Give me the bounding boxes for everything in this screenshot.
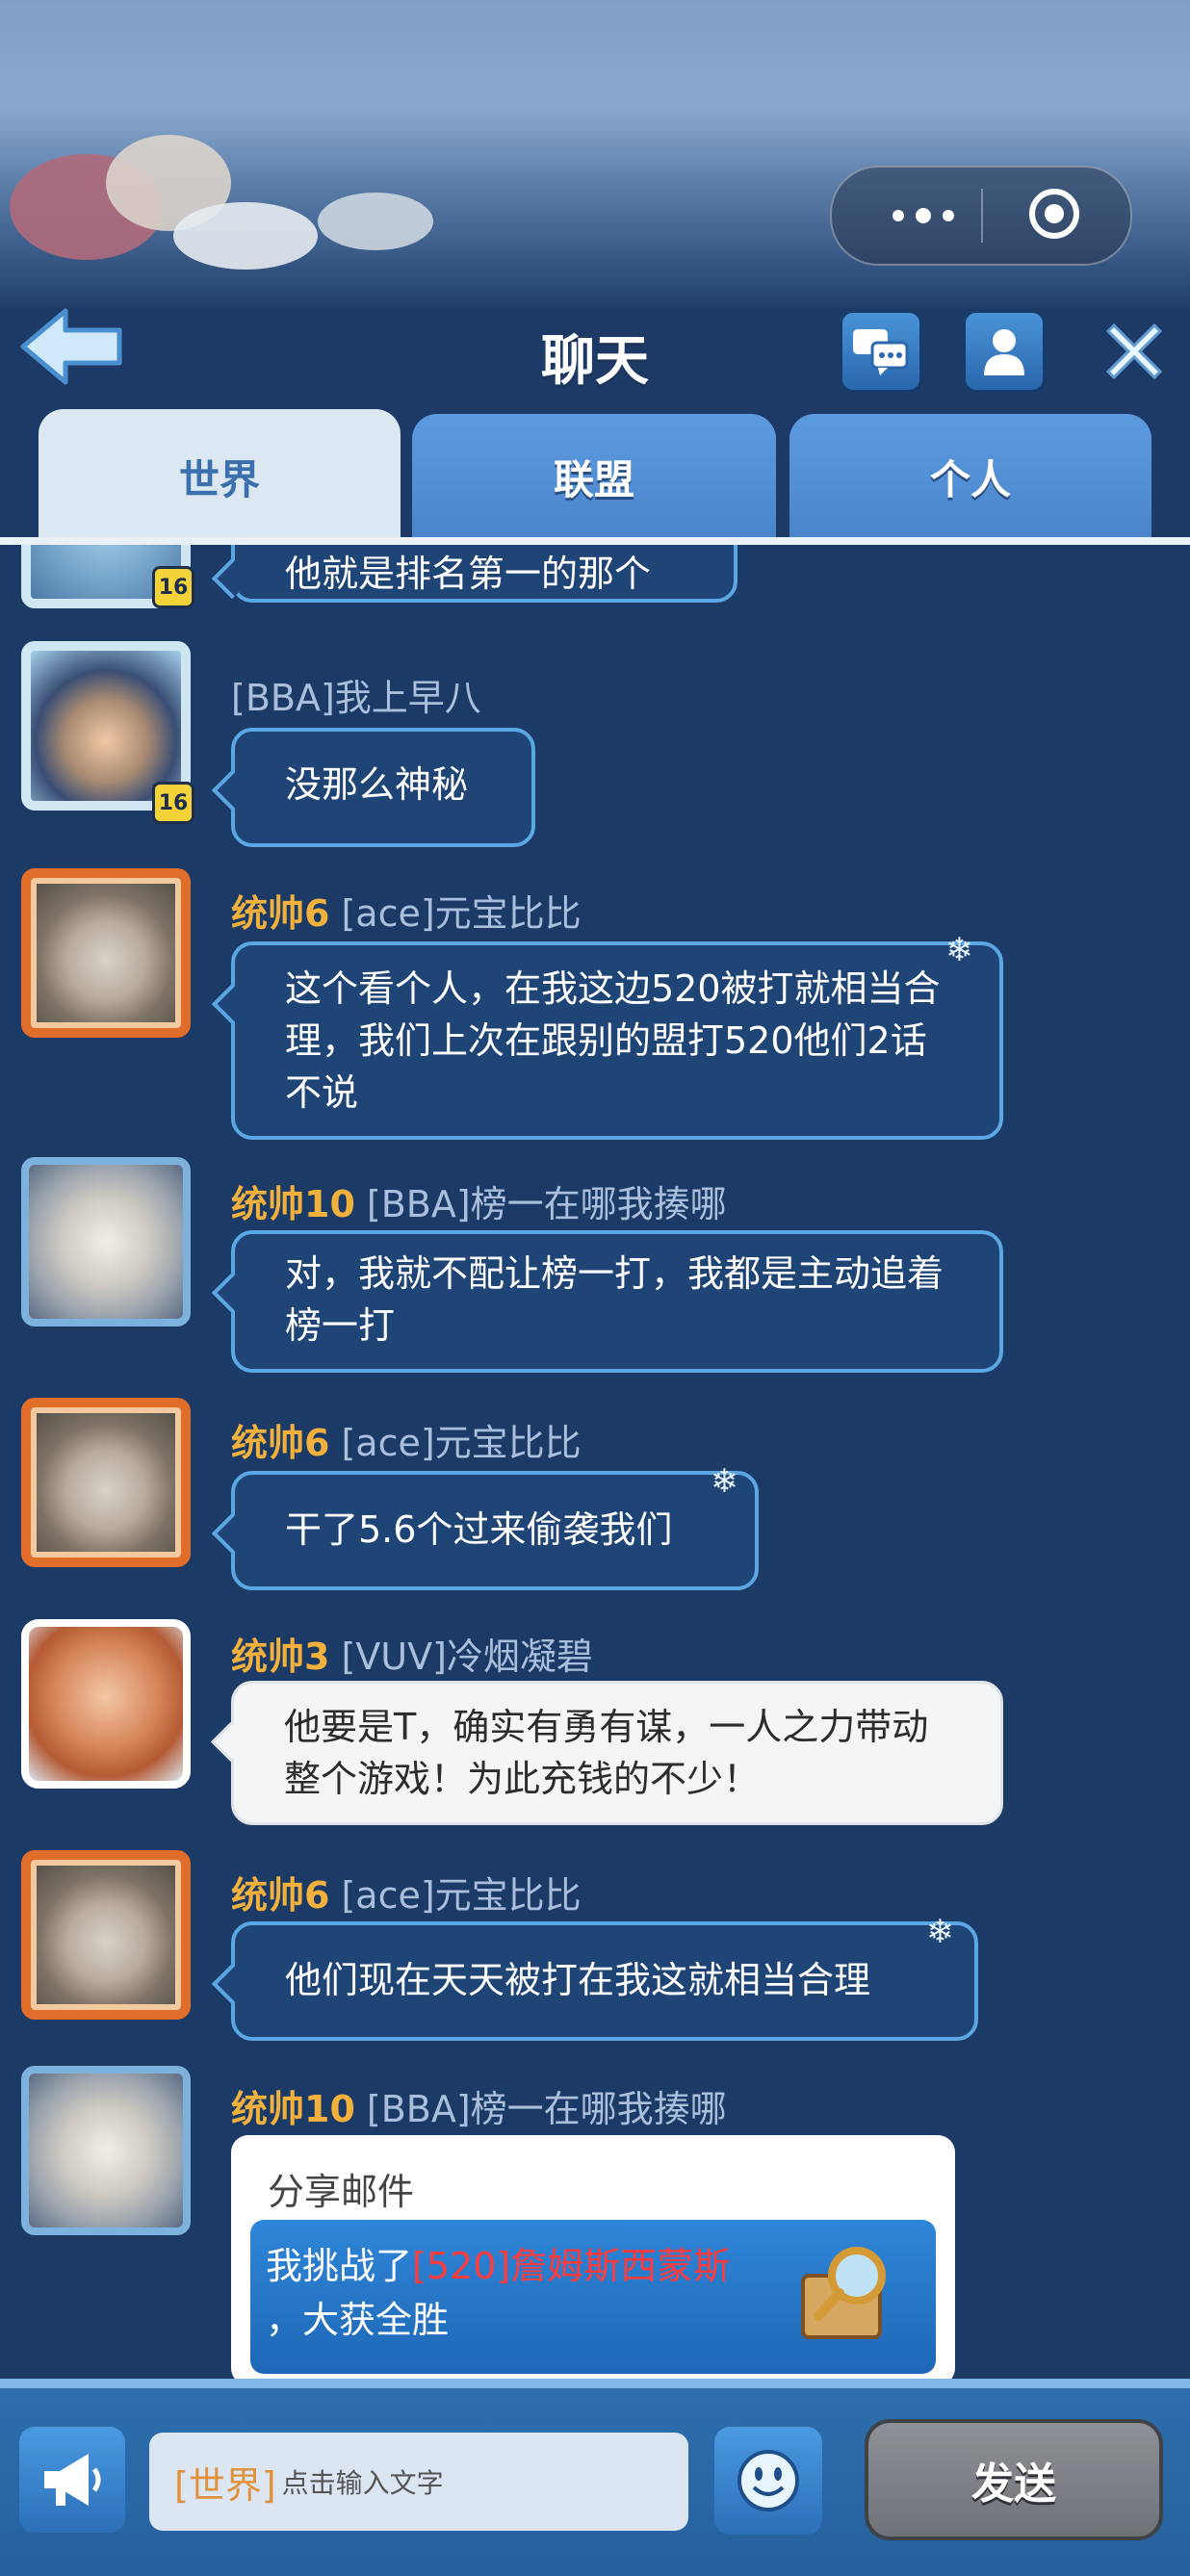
tab-alliance[interactable]: 联盟 xyxy=(412,414,776,539)
tab-world[interactable]: 世界 xyxy=(39,409,401,544)
close-icon[interactable] xyxy=(1093,310,1176,393)
avatar[interactable] xyxy=(21,1619,191,1789)
sender-name: [BBA]榜一在哪我揍哪 xyxy=(366,1183,727,1225)
avatar[interactable] xyxy=(21,868,191,1038)
sender-line: 统帅6 [ace]元宝比比 xyxy=(231,1866,582,1919)
message-bubble[interactable]: 没那么神秘 xyxy=(231,728,535,847)
rank-label: 统帅6 xyxy=(231,1874,330,1917)
send-button[interactable]: 发送 xyxy=(865,2419,1163,2540)
chat-input[interactable]: [世界] 点击输入文字 xyxy=(149,2433,688,2531)
chat-message-list[interactable]: 16 他就是排名第一的那个 16 [BBA]我上早八 没那么神秘 统帅6 [ace… xyxy=(0,545,1190,2379)
message-bubble[interactable]: 这个看个人，在我这边520被打就相当合理，我们上次在跟别的盟打520他们2话不说 xyxy=(231,941,1003,1140)
back-arrow-icon[interactable] xyxy=(19,303,125,390)
avatar[interactable] xyxy=(21,1398,191,1567)
tab-personal[interactable]: 个人 xyxy=(789,414,1151,539)
sender-line: 统帅6 [ace]元宝比比 xyxy=(231,884,582,937)
close-miniprogram-icon[interactable] xyxy=(1029,189,1079,239)
smiley-icon xyxy=(737,2450,799,2512)
snowflake-icon: ❄ xyxy=(926,1913,954,1951)
sender-name: [ace]元宝比比 xyxy=(341,1422,582,1464)
rank-label: 统帅6 xyxy=(231,1422,330,1464)
megaphone-button[interactable] xyxy=(19,2427,125,2533)
sender-line: 统帅3 [VUV]冷烟凝碧 xyxy=(231,1627,593,1680)
emoji-button[interactable] xyxy=(714,2427,822,2535)
chat-list-button[interactable] xyxy=(840,310,922,393)
share-mail-card[interactable]: 分享邮件 我挑战了[520]詹姆斯西蒙斯 ，大获全胜 xyxy=(231,2135,955,2385)
level-badge: 16 xyxy=(152,782,194,824)
snowflake-icon: ❄ xyxy=(711,1462,738,1501)
input-bar-highlight xyxy=(0,2379,1190,2388)
rank-label: 统帅3 xyxy=(231,1636,330,1678)
message-bubble[interactable]: 他就是排名第一的那个 xyxy=(231,545,737,603)
capsule-divider xyxy=(981,189,983,243)
chat-bubbles-icon xyxy=(853,329,909,375)
battle-report-card[interactable]: 我挑战了[520]詹姆斯西蒙斯 ，大获全胜 xyxy=(250,2220,936,2374)
message-bubble[interactable]: 他要是T，确实有勇有谋，一人之力带动整个游戏！为此充钱的不少！ xyxy=(231,1681,1003,1825)
tab-underline xyxy=(0,537,1190,545)
message-bubble[interactable]: 干了5.6个过来偷袭我们 xyxy=(231,1471,759,1590)
input-placeholder: 点击输入文字 xyxy=(281,2467,444,2499)
sender-name: [BBA]榜一在哪我揍哪 xyxy=(366,2088,727,2130)
opponent-name: [520]詹姆斯西蒙斯 xyxy=(412,2245,731,2287)
input-bar: [世界] 点击输入文字 发送 xyxy=(0,2379,1190,2576)
level-badge: 16 xyxy=(152,566,194,608)
magnifier-folder-icon xyxy=(789,2237,905,2353)
battle-report-text: 我挑战了[520]詹姆斯西蒙斯 ，大获全胜 xyxy=(266,2245,731,2341)
sender-line: 统帅10 [BBA]榜一在哪我揍哪 xyxy=(231,1174,727,1227)
avatar[interactable] xyxy=(21,1850,191,2020)
rank-label: 统帅10 xyxy=(231,2088,355,2130)
person-icon xyxy=(984,329,1024,375)
message-bubble[interactable]: 对，我就不配让榜一打，我都是主动追着榜一打 xyxy=(231,1230,1003,1373)
miniprogram-capsule xyxy=(830,166,1132,266)
page-title: 聊天 xyxy=(541,330,649,393)
channel-tag: [世界] xyxy=(174,2463,276,2507)
rank-label: 统帅10 xyxy=(231,1183,355,1225)
sender-name: [ace]元宝比比 xyxy=(341,892,582,935)
share-mail-header: 分享邮件 xyxy=(268,2171,415,2213)
megaphone-icon xyxy=(44,2454,101,2506)
snowflake-icon: ❄ xyxy=(945,931,973,969)
more-icon[interactable] xyxy=(870,167,976,264)
rank-label: 统帅6 xyxy=(231,892,330,935)
sender-name: [ace]元宝比比 xyxy=(341,1874,582,1917)
sender-name: [BBA]我上早八 xyxy=(231,677,481,719)
sender-line: 统帅6 [ace]元宝比比 xyxy=(231,1413,582,1466)
message-bubble[interactable]: 他们现在天天被打在我这就相当合理 xyxy=(231,1921,978,2041)
avatar[interactable] xyxy=(21,1157,191,1327)
sender-name: [VUV]冷烟凝碧 xyxy=(341,1636,593,1678)
profile-button[interactable] xyxy=(963,310,1046,393)
avatar[interactable] xyxy=(21,2066,191,2235)
sender-line: 统帅10 [BBA]榜一在哪我揍哪 xyxy=(231,2079,727,2132)
